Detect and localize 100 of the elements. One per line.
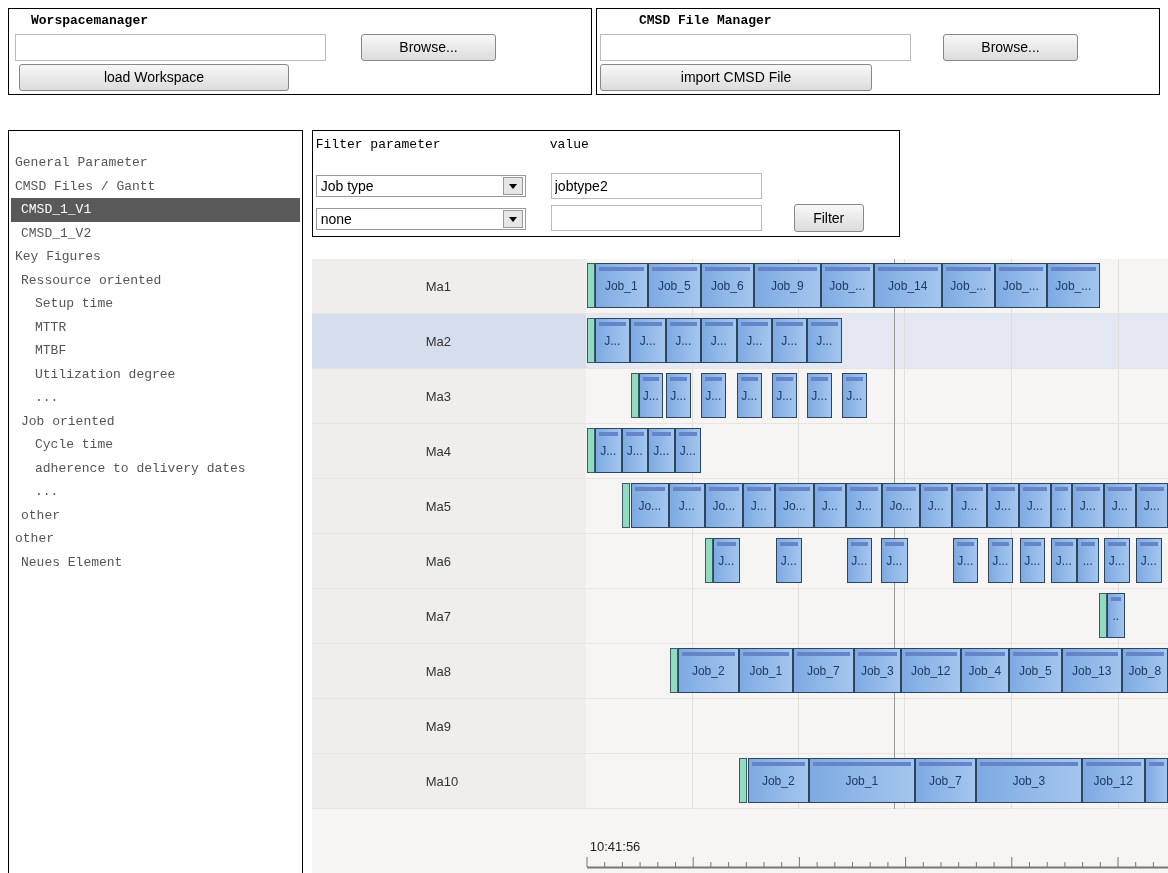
job-bar[interactable]: J... (1135, 538, 1162, 583)
parameter-dropdown[interactable]: none (315, 208, 526, 230)
job-bar[interactable]: J... (638, 373, 663, 418)
job-bar[interactable]: J... (986, 483, 1019, 528)
job-bar[interactable]: Job_1 (808, 758, 915, 803)
path-field[interactable] (600, 34, 911, 61)
job-bar[interactable]: J... (841, 373, 867, 418)
job-bar[interactable]: Jo... (630, 483, 669, 528)
tree-item[interactable]: Cycle time (11, 433, 300, 457)
browse-button[interactable]: Browse... (361, 34, 496, 61)
job-bar[interactable]: Job_12 (900, 648, 961, 693)
tree-item[interactable]: Setup time (11, 292, 300, 316)
job-bar[interactable]: Job_12 (1081, 758, 1145, 803)
parameter-dropdown[interactable]: Job type (315, 175, 526, 197)
job-bar[interactable]: J... (806, 318, 842, 363)
job-bar[interactable]: Job_6 (700, 263, 754, 308)
machine-row-header[interactable]: Ma8 (311, 644, 586, 699)
tree-item[interactable]: CMSD_1_V1 (11, 198, 300, 222)
job-bar[interactable]: Job_1 (738, 648, 793, 693)
path-field[interactable] (15, 34, 326, 61)
job-bar[interactable]: J... (771, 318, 807, 363)
job-bar[interactable]: J... (712, 538, 740, 583)
job-bar[interactable]: Job_2 (677, 648, 739, 693)
tree-item[interactable]: ... (11, 480, 300, 504)
job-bar[interactable]: J... (665, 373, 691, 418)
tree-item[interactable]: other (11, 527, 300, 551)
job-bar[interactable]: Job_3 (975, 758, 1082, 803)
job-bar[interactable]: Job_5 (1008, 648, 1062, 693)
job-bar[interactable]: J... (594, 318, 630, 363)
job-bar[interactable]: Job_7 (914, 758, 976, 803)
load-workspace-button[interactable]: load Workspace (19, 64, 289, 91)
job-bar[interactable]: Job_... (820, 263, 874, 308)
tree-item[interactable]: Utilization degree (11, 362, 300, 386)
job-bar[interactable]: J... (952, 538, 978, 583)
tree-item[interactable]: MTBF (11, 339, 300, 363)
job-bar[interactable]: J... (668, 483, 705, 528)
machine-row-header[interactable]: Ma6 (311, 534, 586, 589)
job-bar[interactable]: J... (1103, 483, 1136, 528)
job-bar[interactable]: J... (880, 538, 908, 583)
machine-row-header[interactable]: Ma3 (311, 369, 586, 424)
job-bar[interactable]: Job_5 (647, 263, 701, 308)
job-bar[interactable]: Job_... (941, 263, 995, 308)
value-field[interactable] (550, 205, 762, 231)
value-field[interactable]: jobtype2 (550, 173, 762, 199)
job-bar[interactable]: Jo... (881, 483, 920, 528)
job-bar[interactable]: Job_13 (1061, 648, 1122, 693)
job-bar[interactable]: J... (665, 318, 701, 363)
job-bar[interactable]: Job_2 (747, 758, 809, 803)
job-bar[interactable]: Jo... (704, 483, 743, 528)
job-bar[interactable]: Job_... (1046, 263, 1100, 308)
job-bar[interactable]: Job_3 (853, 648, 901, 693)
machine-row-header[interactable]: Ma1 (311, 259, 586, 314)
tree-item[interactable]: Neues Element (11, 550, 300, 574)
tree-item[interactable]: MTTR (11, 315, 300, 339)
job-bar[interactable]: J... (1103, 538, 1130, 583)
tree-item[interactable]: CMSD_1_V2 (11, 221, 300, 245)
filter-button[interactable]: Filter (793, 204, 864, 232)
job-bar[interactable]: Job_14 (873, 263, 942, 308)
browse-button[interactable]: Browse... (943, 34, 1078, 61)
job-bar[interactable]: J... (647, 428, 675, 473)
machine-row-header[interactable]: Ma10 (311, 754, 586, 809)
job-bar[interactable]: J... (771, 373, 797, 418)
job-bar[interactable]: J... (736, 373, 762, 418)
machine-row-header[interactable]: Ma9 (311, 699, 586, 754)
tree-item[interactable]: Job oriented (11, 409, 300, 433)
job-bar[interactable]: Job_1 (594, 263, 648, 308)
job-bar[interactable]: J... (700, 318, 737, 363)
tree-item[interactable]: General Parameter (11, 151, 300, 175)
tree-item[interactable]: adherence to delivery dates (11, 456, 300, 480)
job-bar[interactable]: J... (845, 483, 882, 528)
job-bar[interactable]: J... (1019, 538, 1045, 583)
job-bar[interactable]: Jo... (774, 483, 814, 528)
tree-item[interactable]: ... (11, 386, 300, 410)
job-bar[interactable]: J... (806, 373, 832, 418)
tree-item[interactable]: Key Figures (11, 245, 300, 269)
job-bar[interactable]: ... (1076, 538, 1099, 583)
machine-row-header[interactable]: Ma7 (311, 589, 586, 644)
job-bar[interactable]: J... (594, 428, 622, 473)
job-bar[interactable]: J... (951, 483, 987, 528)
job-bar[interactable]: J... (1071, 483, 1104, 528)
job-bar[interactable]: J... (700, 373, 726, 418)
tree-item[interactable]: other (11, 503, 300, 527)
job-bar[interactable]: J... (775, 538, 802, 583)
job-bar[interactable]: Job_... (994, 263, 1047, 308)
job-bar[interactable]: J... (1050, 538, 1077, 583)
job-bar[interactable]: J... (987, 538, 1013, 583)
machine-row-header[interactable]: Ma2 (311, 314, 586, 369)
job-bar[interactable]: J... (846, 538, 872, 583)
job-bar[interactable]: J... (1018, 483, 1051, 528)
machine-row-header[interactable]: Ma4 (311, 424, 586, 479)
job-bar[interactable]: J... (919, 483, 952, 528)
job-bar[interactable]: J... (736, 318, 772, 363)
job-bar[interactable]: ... (1050, 483, 1072, 528)
job-bar[interactable]: Job_4 (960, 648, 1009, 693)
job-bar[interactable]: Job_9 (753, 263, 821, 308)
job-bar[interactable]: J... (1135, 483, 1168, 528)
job-bar[interactable]: J... (629, 318, 666, 363)
import-file-button[interactable]: import CMSD File (600, 64, 872, 91)
job-bar[interactable] (1144, 758, 1168, 803)
tree-item[interactable]: Ressource oriented (11, 268, 300, 292)
